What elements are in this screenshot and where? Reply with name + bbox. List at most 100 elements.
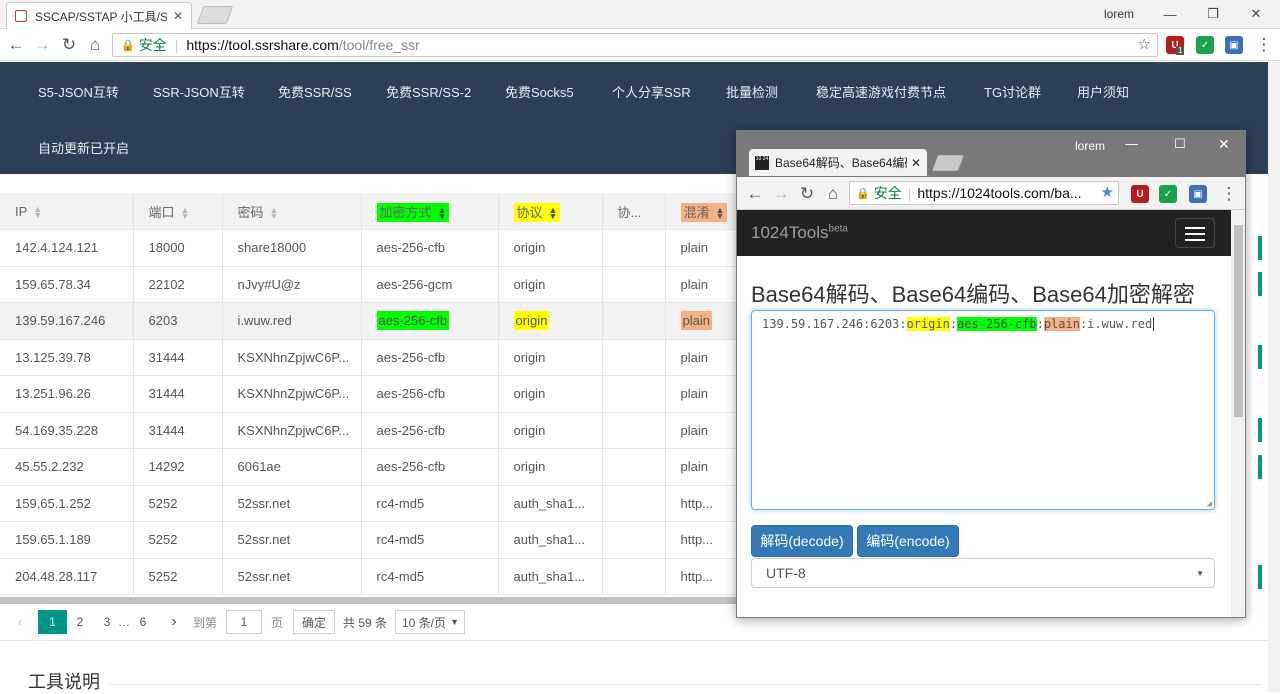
nav-item-free-ssr[interactable]: 免费SSR/SS (278, 82, 352, 101)
sort-icon[interactable]: ▲ ▼ (438, 206, 447, 221)
sort-icon[interactable]: ▲ ▼ (549, 206, 558, 221)
row-action-edge[interactable] (1258, 455, 1262, 479)
goto-page-input[interactable]: 1 (226, 610, 262, 634)
save-extension-icon[interactable]: ▣ (1189, 185, 1207, 203)
column-header-obfs[interactable]: 混淆 ▲ ▼ (665, 193, 738, 230)
sort-icon[interactable]: ▲ ▼ (181, 206, 190, 221)
hamburger-menu-icon[interactable] (1175, 218, 1215, 248)
nav-item-batch-check[interactable]: 批量检测 (726, 82, 778, 101)
base64-textarea[interactable]: 139.59.167.246:6203:origin:aes-256-cfb:p… (751, 310, 1215, 510)
site-brand[interactable]: 1024Toolsbeta (751, 223, 848, 243)
bookmark-star-icon[interactable]: ★ (1101, 183, 1114, 201)
table-row[interactable]: 204.48.28.117 5252 52ssr.net rc4-md5 auth_sh… (0, 558, 738, 595)
new-tab-button[interactable] (932, 155, 964, 171)
table-row[interactable]: 13.125.39.78 31444 KSXNhnZpjwC6P... aes-256… (0, 339, 738, 376)
close-tab-icon[interactable]: ✕ (911, 156, 921, 170)
close-window-icon[interactable]: ✕ (1218, 136, 1230, 153)
shield-extension-icon[interactable]: ✓ (1196, 36, 1214, 54)
encode-button[interactable]: 编码(encode) (857, 525, 959, 557)
menu-icon[interactable]: ⋮ (1252, 33, 1276, 57)
table-row[interactable]: 159.65.1.189 5252 52ssr.net rc4-md5 auth_sha… (0, 521, 738, 559)
sort-icon[interactable]: ▲ ▼ (716, 206, 725, 221)
menu-icon[interactable]: ⋮ (1217, 182, 1241, 206)
row-action-edge[interactable] (1258, 345, 1262, 369)
table-row[interactable]: 139.59.167.246 6203 i.wuw.red aes-256-cfb or… (0, 302, 738, 340)
cell-method: aes-256-cfb (361, 229, 499, 267)
popup-address-toolbar: ← → ↻ ⌂ 🔒 安全 | https://1024tools.com/ba.… (737, 177, 1245, 210)
popup-profile-name[interactable]: lorem (1075, 139, 1105, 153)
nav-item-free-ssr-2[interactable]: 免费SSR/SS-2 (386, 82, 471, 101)
next-page-icon[interactable]: › (164, 610, 184, 634)
home-icon[interactable]: ⌂ (821, 182, 845, 206)
restore-icon[interactable]: ❐ (1193, 0, 1233, 28)
page-vertical-scrollbar[interactable] (1268, 62, 1280, 692)
sort-icon[interactable]: ▲ ▼ (270, 206, 279, 221)
close-tab-icon[interactable]: ✕ (173, 9, 183, 23)
reload-icon[interactable]: ↻ (795, 182, 819, 206)
reload-icon[interactable]: ↻ (57, 33, 81, 57)
page-button[interactable]: 3 (98, 610, 116, 634)
resize-handle-icon[interactable]: ◢ (1207, 499, 1212, 509)
sort-icon[interactable]: ▲ ▼ (33, 205, 42, 220)
table-row[interactable]: 142.4.124.121 18000 share18000 aes-256-cfb o… (0, 229, 738, 267)
column-header-password[interactable]: 密码 ▲ ▼ (222, 193, 362, 230)
forward-icon[interactable]: → (769, 182, 793, 206)
browser-tab-active[interactable]: SSCAP/SSTAP 小工具/SS ✕ (6, 2, 192, 29)
nav-item-tg-group[interactable]: TG讨论群 (984, 82, 1041, 101)
column-header-ip[interactable]: IP ▲ ▼ (0, 193, 134, 230)
nav-item-paid-nodes[interactable]: 稳定高速游戏付费节点 (816, 82, 946, 101)
cell-obfs-text: http... (680, 495, 714, 511)
url-bar[interactable]: 🔒 安全 | https://tool.ssrshare.com /tool/f… (112, 33, 1158, 57)
auto-update-status[interactable]: 自动更新已开启 (38, 138, 129, 157)
nav-item-user-notice[interactable]: 用户须知 (1077, 82, 1129, 101)
row-action-edge[interactable] (1258, 236, 1262, 260)
save-extension-icon[interactable]: ▣ (1225, 36, 1243, 54)
shield-extension-icon[interactable]: ✓ (1159, 185, 1177, 203)
minimize-icon[interactable]: — (1125, 136, 1138, 151)
nav-item-free-socks5[interactable]: 免费Socks5 (505, 82, 574, 101)
column-header-method[interactable]: 加密方式 ▲ ▼ (361, 193, 499, 230)
row-action-edge[interactable] (1258, 565, 1262, 589)
goto-confirm-button[interactable]: 确定 (293, 610, 335, 634)
popup-url-bar[interactable]: 🔒 安全 | https://1024tools.com/ba... ★ (849, 181, 1119, 205)
minimize-icon[interactable]: — (1150, 0, 1190, 28)
row-action-edge[interactable] (1258, 272, 1262, 296)
close-window-icon[interactable]: ✕ (1236, 0, 1276, 28)
column-header-protocol[interactable]: 协议 ▲ ▼ (498, 193, 603, 230)
back-icon[interactable]: ← (4, 33, 28, 57)
home-icon[interactable]: ⌂ (83, 33, 107, 57)
popup-vertical-scrollbar[interactable] (1231, 210, 1245, 617)
table-row[interactable]: 45.55.2.232 14292 6061ae aes-256-cfb origin p… (0, 448, 738, 486)
popup-tab-active[interactable]: 10 24 Base64解码、Base64编码 ✕ (749, 149, 927, 176)
new-tab-button[interactable] (196, 6, 234, 24)
nav-item-s5-json[interactable]: S5-JSON互转 (38, 82, 119, 101)
profile-name[interactable]: lorem (1104, 7, 1134, 21)
nav-item-ssr-json[interactable]: SSR-JSON互转 (153, 82, 245, 101)
cell-protocol: origin (498, 339, 603, 376)
back-icon[interactable]: ← (743, 182, 767, 206)
table-row[interactable]: 159.65.1.252 5252 52ssr.net rc4-md5 auth_sha… (0, 485, 738, 522)
column-header-port[interactable]: 端口 ▲ ▼ (133, 193, 223, 230)
restore-icon[interactable]: ☐ (1174, 136, 1186, 152)
decode-button[interactable]: 解码(decode) (751, 525, 853, 557)
page-button[interactable]: 2 (70, 610, 90, 634)
column-header-protocol-param[interactable]: 协... (602, 193, 666, 230)
table-row[interactable]: 159.65.78.34 22102 nJvy#U@z aes-256-gcm orig… (0, 266, 738, 303)
scrollbar-thumb[interactable] (1234, 225, 1243, 417)
ublock-extension-icon[interactable]: U (1131, 185, 1149, 203)
forward-icon[interactable]: → (30, 33, 54, 57)
bookmark-star-icon[interactable]: ☆ (1138, 35, 1151, 53)
table-horizontal-scrollbar[interactable] (0, 597, 736, 604)
per-page-select[interactable]: 10 条/页 ▼ (395, 610, 465, 634)
header-label: 加密方式 (379, 204, 432, 220)
row-action-edge[interactable] (1258, 418, 1262, 442)
page-button[interactable]: 6 (134, 610, 152, 634)
cell-obfs-text: plain (680, 386, 708, 402)
cell-method-text: aes-256-gcm (376, 276, 453, 292)
charset-select[interactable]: UTF-8 ▼ (751, 558, 1215, 588)
nav-item-share-ssr[interactable]: 个人分享SSR (612, 82, 691, 101)
page-button-active[interactable]: 1 (38, 610, 67, 634)
prev-page-icon[interactable]: ‹ (10, 610, 30, 634)
table-row[interactable]: 54.169.35.228 31444 KSXNhnZpjwC6P... aes-25… (0, 412, 738, 449)
table-row[interactable]: 13.251.96.26 31444 KSXNhnZpjwC6P... aes-256… (0, 375, 738, 413)
